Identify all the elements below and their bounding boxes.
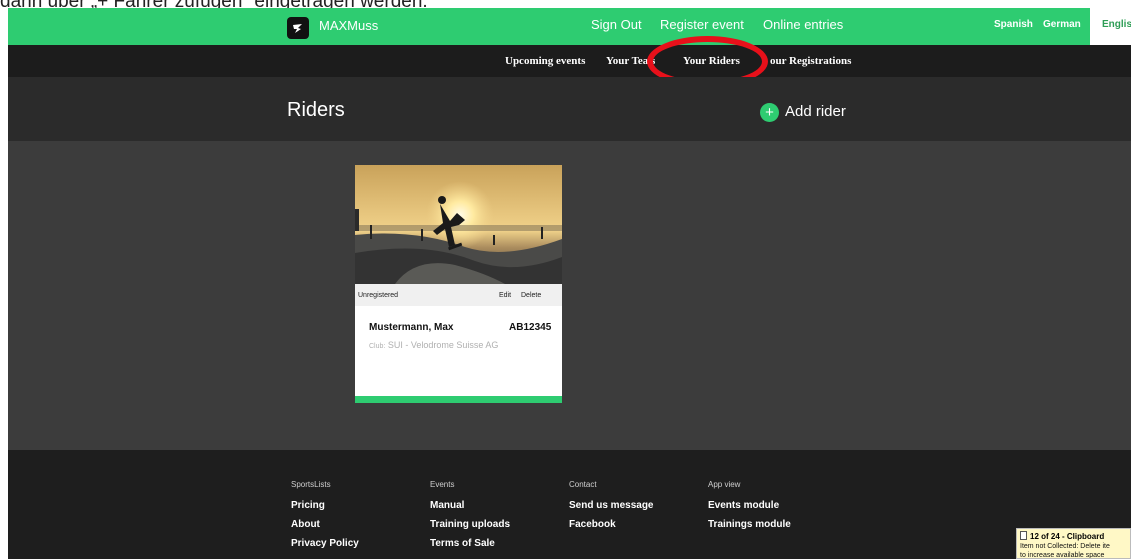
clipboard-title-text: 12 of 24 - Clipboard	[1030, 532, 1105, 541]
footer-link-pricing[interactable]: Pricing	[291, 500, 359, 519]
language-german[interactable]: German	[1043, 19, 1081, 30]
language-spanish[interactable]: Spanish	[994, 19, 1033, 30]
status-badge: Unregistered	[358, 292, 399, 299]
footer-heading: App view	[708, 480, 741, 489]
footer-link-terms[interactable]: Terms of Sale	[430, 538, 510, 557]
clipboard-icon	[1020, 531, 1027, 540]
clipboard-message-line: to increase available space	[1020, 552, 1105, 559]
screenshot-root: dann über „+ Fahrer zufügen" eingetragen…	[0, 0, 1131, 559]
top-navbar: MAXMuss Sign Out Register event Online e…	[8, 8, 1131, 45]
clipboard-title: 12 of 24 - Clipboard	[1020, 531, 1104, 541]
plus-circle-icon: +	[760, 103, 779, 122]
page-title: Riders	[287, 99, 345, 121]
footer-link-about[interactable]: About	[291, 519, 359, 538]
footer-heading: Contact	[569, 480, 597, 489]
footer-link-send-message[interactable]: Send us message	[569, 500, 653, 519]
logo-icon[interactable]	[287, 17, 309, 39]
sign-out-link[interactable]: Sign Out	[591, 17, 642, 32]
clipboard-notification[interactable]: 12 of 24 - Clipboard Item not Collected:…	[1016, 528, 1131, 559]
registration-status-bar: Unregistered Edit Delete	[355, 284, 562, 306]
brand-name[interactable]: MAXMuss	[319, 18, 378, 33]
footer-link-training-uploads[interactable]: Training uploads	[430, 519, 510, 538]
online-entries-link[interactable]: Online entries	[763, 17, 843, 32]
footer-column-events: Events Manual Training uploads Terms of …	[430, 480, 510, 557]
club-prefix: Club:	[369, 343, 386, 350]
footer-link-privacy[interactable]: Privacy Policy	[291, 538, 359, 557]
register-event-link[interactable]: Register event	[660, 17, 744, 32]
sub-navbar: Upcoming events Your Tea s Your Riders o…	[8, 45, 1131, 77]
rider-club: Club: SUI - Velodrome Suisse AG	[369, 340, 498, 350]
footer: SportsLists Pricing About Privacy Policy…	[8, 450, 1131, 559]
rider-photo	[355, 165, 562, 284]
club-name: SUI - Velodrome Suisse AG	[387, 340, 499, 350]
main-content	[8, 141, 1131, 450]
tab-upcoming-events[interactable]: Upcoming events	[505, 55, 585, 67]
tab-your-registrations[interactable]: our Registrations	[770, 55, 851, 67]
footer-heading: SportsLists	[291, 480, 331, 489]
add-rider-label: Add rider	[785, 103, 846, 120]
language-english-label: English	[1102, 19, 1131, 30]
footer-column-sportslists: SportsLists Pricing About Privacy Policy	[291, 480, 359, 557]
footer-link-manual[interactable]: Manual	[430, 500, 510, 519]
delete-link[interactable]: Delete	[521, 292, 541, 299]
footer-link-trainings-module[interactable]: Trainings module	[708, 519, 791, 538]
rider-card: Unregistered Edit Delete Mustermann, Max…	[355, 165, 562, 403]
clipboard-message-line: Item not Collected: Delete ite	[1020, 543, 1110, 550]
edit-link[interactable]: Edit	[499, 292, 511, 299]
footer-link-facebook[interactable]: Facebook	[569, 519, 653, 538]
footer-link-events-module[interactable]: Events module	[708, 500, 791, 519]
rider-license-id: AB12345	[509, 322, 552, 333]
title-band: Riders + Add rider	[8, 77, 1131, 141]
card-accent-bar	[355, 396, 562, 403]
language-english-active[interactable]: English	[1090, 8, 1131, 45]
rider-name[interactable]: Mustermann, Max	[369, 322, 453, 333]
footer-column-contact: Contact Send us message Facebook	[569, 480, 653, 538]
footer-column-app-view: App view Events module Trainings module	[708, 480, 791, 538]
footer-heading: Events	[430, 480, 455, 489]
clipboard-message: Item not Collected: Delete ite to increa…	[1020, 542, 1130, 559]
